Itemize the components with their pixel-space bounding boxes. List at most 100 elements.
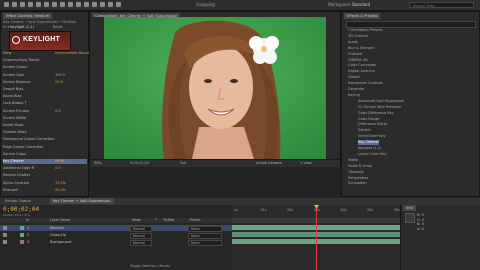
effects-list-item[interactable]: * Animation Presets xyxy=(348,28,383,33)
effects-list-item[interactable]: Generate xyxy=(348,87,364,92)
effect-property-value[interactable]: 0.0 xyxy=(55,109,61,114)
layer-row[interactable]: 2 Close-Up Normal None xyxy=(0,232,232,239)
search-help-input[interactable]: Search Help xyxy=(409,2,474,8)
effects-list-item[interactable]: Channel xyxy=(348,52,362,57)
eraser-tool-icon[interactable] xyxy=(100,2,105,7)
effects-search-input[interactable] xyxy=(346,21,476,28)
effect-property-value[interactable]: 0.0 xyxy=(55,166,61,171)
visibility-eye-icon[interactable] xyxy=(3,240,7,244)
tab-info[interactable]: Info xyxy=(403,205,416,211)
tab-effects-presets[interactable]: Effects & Presets xyxy=(344,13,381,19)
effect-property-value[interactable]: Reset xyxy=(55,159,65,164)
effect-property-row[interactable]: Strength 50.0% xyxy=(3,188,87,193)
home-icon[interactable] xyxy=(4,2,9,7)
effect-property-row[interactable]: Screen Balance 50.0 xyxy=(3,80,87,85)
zoom-tool-icon[interactable] xyxy=(28,2,33,7)
effects-list-item[interactable]: Key Cleaner xyxy=(358,140,379,145)
selection-tool-icon[interactable] xyxy=(12,2,17,7)
camera-dropdown[interactable]: Active Camera xyxy=(256,161,282,165)
effects-list-item[interactable]: Audio xyxy=(348,40,358,45)
layer-row[interactable]: 1 Medium Normal None xyxy=(0,225,232,232)
reset-link[interactable]: Reset xyxy=(53,25,63,30)
effect-property-value[interactable]: 13.0% xyxy=(55,181,66,186)
effects-list-item[interactable]: Expression Controls xyxy=(348,81,383,86)
effect-property-row[interactable]: Screen Matte xyxy=(3,116,87,121)
effect-property-row[interactable]: Edge Colour Correction xyxy=(3,145,87,150)
effect-property-row[interactable]: View Intermediate Result xyxy=(3,51,90,56)
effect-property-row[interactable]: Lock Biases T xyxy=(3,101,87,106)
tab-effect-controls[interactable]: Effect Controls: Medium xyxy=(3,13,53,19)
effect-property-value[interactable]: 100.0 xyxy=(55,73,65,78)
pen-tool-icon[interactable] xyxy=(68,2,73,7)
effects-list-item[interactable]: Difference Matte xyxy=(358,122,387,127)
visibility-eye-icon[interactable] xyxy=(3,233,7,237)
label-color-swatch[interactable] xyxy=(20,233,24,237)
effect-property-row[interactable]: Screen Colour xyxy=(3,65,87,70)
resolution-dropdown[interactable]: Full xyxy=(180,161,186,165)
effects-list-item[interactable]: Inner/Outer Key xyxy=(358,134,386,139)
effects-list-item[interactable]: Matte xyxy=(348,158,358,163)
effects-list-item[interactable]: Obsolete xyxy=(348,170,364,175)
effects-list-item[interactable]: CC Simple Wire Removal xyxy=(358,105,401,110)
camera-tool-icon[interactable] xyxy=(44,2,49,7)
type-tool-icon[interactable] xyxy=(76,2,81,7)
viewer-timecode[interactable]: 0;00;02;04 xyxy=(130,161,149,165)
effects-list-item[interactable]: Advanced Spill Suppressor xyxy=(358,99,405,104)
parent-dropdown[interactable]: None xyxy=(188,239,222,246)
rectangle-tool-icon[interactable] xyxy=(60,2,65,7)
effect-property-value[interactable]: 50.0% xyxy=(55,188,66,193)
layer-name[interactable]: Background xyxy=(50,239,71,245)
layer-name[interactable]: Close-Up xyxy=(50,232,66,238)
effects-list-item[interactable]: Keying xyxy=(348,93,360,98)
effects-list-item[interactable]: Digital Anarchy xyxy=(348,69,375,74)
brush-tool-icon[interactable] xyxy=(84,2,89,7)
rotate-tool-icon[interactable] xyxy=(36,2,41,7)
effects-list-item[interactable]: Noise & Grain xyxy=(348,164,372,169)
effects-list-item[interactable]: Color Range xyxy=(358,117,379,122)
label-color-swatch[interactable] xyxy=(20,240,24,244)
effect-property-row[interactable]: Inside Mask xyxy=(3,123,87,128)
effect-property-row[interactable]: Screen Gain 100.0 xyxy=(3,73,87,78)
effects-list-item[interactable]: Perspective xyxy=(348,176,368,181)
effect-property-row[interactable]: Screen Pre-blur 0.0 xyxy=(3,109,87,114)
effects-list-item[interactable]: 3D Channel xyxy=(348,34,368,39)
views-dropdown[interactable]: 1 View xyxy=(300,161,312,165)
effects-list-item[interactable]: Keylight (1.2) xyxy=(358,146,382,151)
tab-timeline[interactable]: Key Cleaner + Spill Suppression xyxy=(50,198,114,204)
puppet-tool-icon[interactable] xyxy=(116,2,121,7)
effect-property-row[interactable]: Reduce Chatter xyxy=(3,173,87,178)
toggle-switches-button[interactable]: Toggle Switches / Modes xyxy=(130,264,170,268)
label-color-swatch[interactable] xyxy=(20,226,24,230)
pan-behind-tool-icon[interactable] xyxy=(52,2,57,7)
effect-name[interactable]: fx ▾ Keylight (1.2) xyxy=(3,25,34,30)
effect-property-value[interactable]: Intermediate Result xyxy=(55,51,90,56)
timeline-timecode[interactable]: 0;00;02;04 xyxy=(3,206,39,213)
effects-list-item[interactable]: Color Difference Key xyxy=(358,111,394,116)
effects-list-item[interactable]: Linear Color Key xyxy=(358,152,387,157)
layer-name[interactable]: Medium xyxy=(50,225,64,231)
blend-mode-dropdown[interactable]: Normal xyxy=(130,239,152,246)
visibility-eye-icon[interactable] xyxy=(3,226,7,230)
effect-property-row[interactable]: Alpha Contrast 13.0% xyxy=(3,181,87,186)
layer-row[interactable]: 3 Background Normal None xyxy=(0,239,232,246)
effects-list-item[interactable]: Extract xyxy=(358,128,371,133)
effect-property-row[interactable]: Outside Mask xyxy=(3,130,87,135)
effect-property-row[interactable]: Unpremultiply Result xyxy=(3,58,87,63)
effects-list-item[interactable]: Blur & Sharpen xyxy=(348,46,375,51)
roto-brush-icon[interactable] xyxy=(108,2,113,7)
workspace-select[interactable]: Standard xyxy=(352,2,370,7)
effect-property-value[interactable]: 50.0 xyxy=(55,80,63,85)
clone-tool-icon[interactable] xyxy=(92,2,97,7)
snapping-label[interactable]: Snapping xyxy=(196,2,215,7)
zoom-dropdown[interactable]: 50% xyxy=(94,161,102,165)
composition-viewer[interactable] xyxy=(90,17,340,159)
effects-list-item[interactable]: Color Correction xyxy=(348,63,376,68)
hand-tool-icon[interactable] xyxy=(20,2,25,7)
effect-property-row[interactable]: Despill Bias xyxy=(3,87,87,92)
effect-property-row[interactable]: Key Cleaner Reset xyxy=(3,159,87,164)
tab-render-queue[interactable]: Render Queue xyxy=(2,198,34,204)
effects-list-item[interactable]: CINEMA 4D xyxy=(348,58,368,63)
effect-property-row[interactable]: Foreground Colour Correction xyxy=(3,137,87,142)
effect-property-row[interactable]: Alpha Bias xyxy=(3,94,87,99)
effect-property-row[interactable]: Additional Edge R 0.0 xyxy=(3,166,87,171)
